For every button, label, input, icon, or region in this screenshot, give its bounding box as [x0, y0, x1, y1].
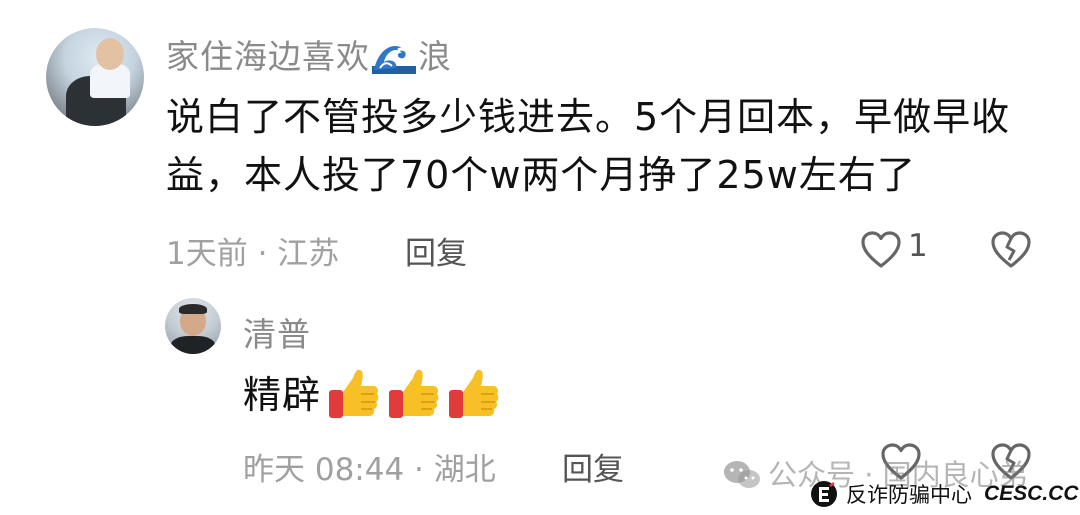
- comment-body: 精辟: [243, 366, 643, 424]
- heart-icon[interactable]: [860, 230, 902, 270]
- thumbs-up-emoji-icon: [389, 369, 439, 418]
- comment-username[interactable]: 清普: [243, 308, 311, 356]
- reply-button[interactable]: 回复: [405, 228, 467, 273]
- thumbs-up-emoji-icon: [329, 369, 379, 418]
- thumbs-up-emoji-icon: [449, 369, 499, 418]
- comment-text: 说白了不管投多少钱进去。5个月回本，早做早收益，本人投了70个w两个月挣了25w…: [166, 95, 1011, 197]
- avatar-figure: [179, 304, 207, 314]
- comment-text: 精辟: [243, 373, 322, 417]
- wave-emoji-icon: [372, 46, 416, 74]
- avatar[interactable]: [165, 298, 221, 354]
- brand-watermark: 反诈防骗中心 CESC.CC: [810, 478, 1079, 510]
- like-count: 1: [908, 228, 928, 264]
- comment-time-location: 1天前 · 江苏: [166, 236, 340, 272]
- reply-button[interactable]: 回复: [562, 444, 624, 489]
- broken-heart-icon[interactable]: [990, 230, 1032, 270]
- brand-domain: CESC.CC: [984, 482, 1079, 505]
- brand-name: 反诈防骗中心: [846, 483, 972, 507]
- comment-time-location: 昨天 08:44 · 湖北: [243, 452, 496, 488]
- shield-logo-icon: [811, 481, 837, 507]
- username-text: 家住海边喜欢: [166, 37, 370, 76]
- wechat-icon: [724, 461, 760, 488]
- avatar-figure: [171, 336, 215, 354]
- avatar[interactable]: [46, 28, 144, 126]
- avatar-figure: [96, 38, 124, 70]
- comment-username[interactable]: 家住海边喜欢 浪: [166, 30, 452, 78]
- username-text: 浪: [418, 37, 452, 76]
